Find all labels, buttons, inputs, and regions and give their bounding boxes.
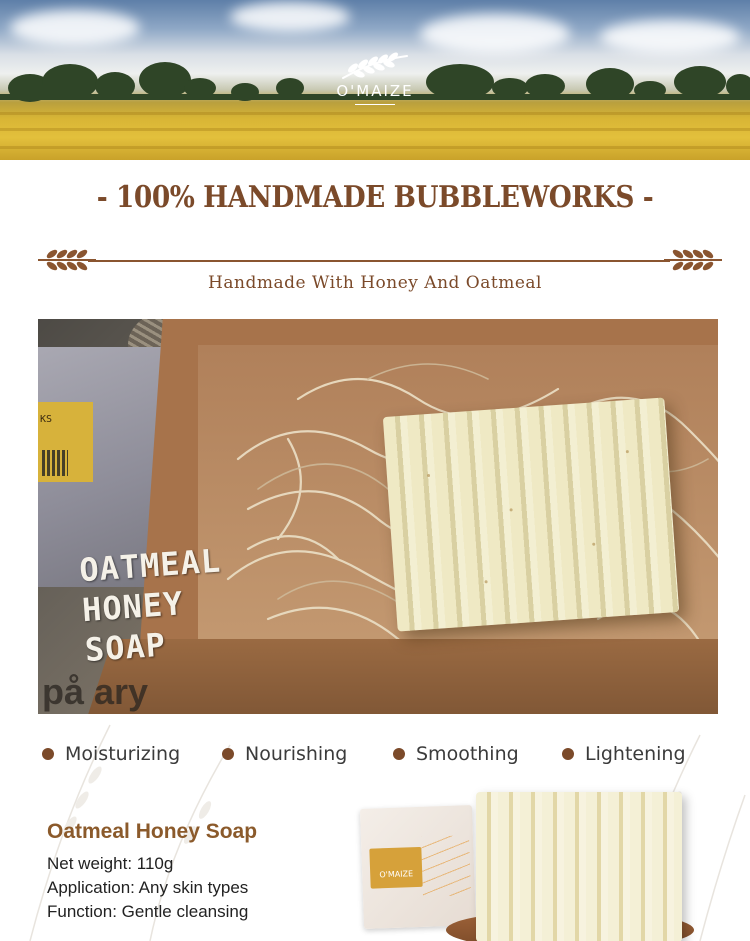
product-function: Function: Gentle cleansing	[47, 902, 249, 921]
package-brand-label: O'MAIZE	[369, 846, 423, 889]
logo-underline	[355, 104, 395, 105]
brand-logo[interactable]: O'MAIZE	[320, 52, 430, 130]
cloud	[230, 2, 350, 32]
soap-bar	[382, 397, 680, 632]
bullet-dot-icon	[562, 748, 574, 760]
soap-speck	[509, 508, 513, 512]
wrapped-soap-package: O'MAIZE	[359, 805, 477, 929]
cloud	[600, 20, 740, 54]
benefit-item: Smoothing	[393, 740, 519, 768]
brand-name: O'MAIZE	[336, 82, 414, 100]
field-stripe	[0, 146, 750, 149]
benefit-item: Nourishing	[222, 740, 347, 768]
soap-speck	[426, 473, 431, 478]
product-net-weight: Net weight: 110g	[47, 854, 174, 873]
package-ribbon	[420, 835, 472, 897]
product-shot-image: O'MAIZE	[358, 790, 698, 941]
cloud	[10, 10, 140, 46]
hero-banner: O'MAIZE	[0, 0, 750, 160]
bullet-dot-icon	[42, 748, 54, 760]
divider-rule	[88, 260, 670, 262]
soap-speck	[484, 580, 488, 584]
benefit-item: Moisturizing	[42, 740, 180, 768]
bullet-dot-icon	[393, 748, 405, 760]
cloud	[420, 14, 570, 54]
soap-speck	[592, 542, 596, 546]
product-title: Oatmeal Honey Soap	[47, 820, 258, 843]
product-photo: KS OATMEAL HONEY SOAP på ary	[38, 319, 718, 714]
bullet-dot-icon	[222, 748, 234, 760]
soap-speck	[625, 450, 629, 454]
photo-caption: OATMEAL HONEY SOAP	[78, 538, 266, 670]
benefits-list: Moisturizing Nourishing Smoothing Lighte…	[40, 740, 720, 768]
benefit-item: Lightening	[562, 740, 686, 768]
soap-bar-closeup	[476, 792, 682, 941]
wheat-logo-icon	[342, 52, 408, 79]
wheat-divider	[38, 245, 722, 275]
product-application: Application: Any skin types	[47, 878, 249, 897]
product-details: Oatmeal Honey Soap Net weight: 110g Appl…	[47, 820, 377, 924]
benefit-label: Moisturizing	[65, 743, 181, 765]
wheat-right-icon	[664, 249, 722, 271]
page-subtitle: Handmade With Honey And Oatmeal	[208, 273, 542, 293]
benefit-label: Nourishing	[245, 743, 348, 765]
page-headline: - 100% HANDMADE BUBBLEWORKS -	[96, 180, 654, 215]
benefit-label: Lightening	[585, 743, 686, 765]
benefit-label: Smoothing	[416, 743, 519, 765]
